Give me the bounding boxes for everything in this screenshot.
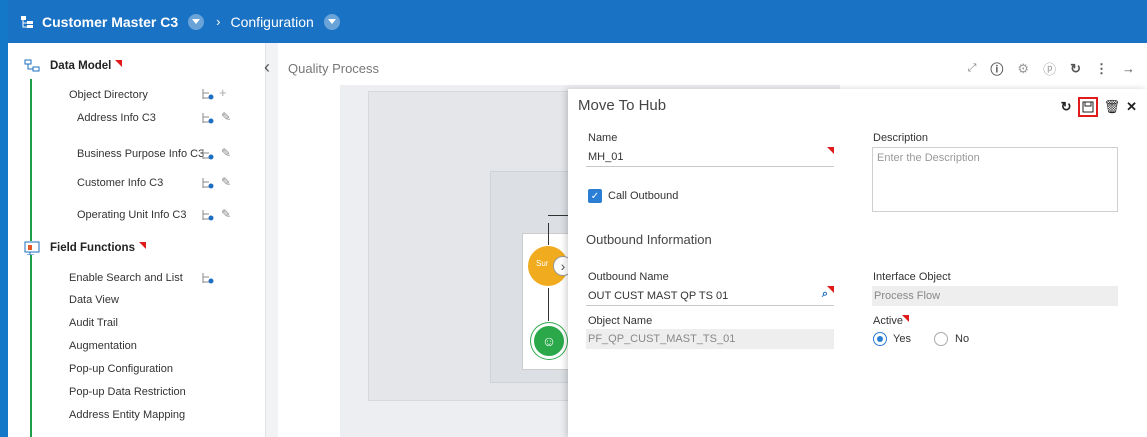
sidebar-item-operating-unit-info[interactable]: Operating Unit Info C3: [77, 209, 186, 221]
canvas-title: Quality Process: [288, 61, 380, 76]
hierarchy-icon[interactable]: [201, 209, 214, 221]
active-no-radio[interactable]: [934, 332, 948, 346]
connector-line: [548, 215, 568, 216]
outbound-name-field[interactable]: OUT CUST MAST QP TS 01 ⌕: [586, 286, 834, 306]
app-dropdown-button[interactable]: [188, 13, 205, 30]
publish-icon[interactable]: ⓟ: [1043, 59, 1056, 78]
expand-icon[interactable]: ⤢: [968, 62, 977, 75]
edit-icon[interactable]: ✎: [221, 146, 231, 160]
name-field[interactable]: MH_01: [586, 147, 834, 167]
collapse-sidebar-button[interactable]: ‹: [264, 57, 270, 78]
sidebar-item-object-directory[interactable]: Object Directory: [69, 89, 148, 101]
outbound-name-label: Outbound Name: [588, 271, 669, 283]
sidebar-item-customer-info[interactable]: Customer Info C3: [77, 177, 163, 189]
panel-actions: ↻ 🗑 ✕: [1061, 97, 1137, 117]
add-icon[interactable]: +: [219, 85, 227, 100]
breadcrumb-configuration[interactable]: Configuration: [231, 14, 314, 30]
hierarchy-icon[interactable]: [201, 88, 214, 100]
interface-object-label: Interface Object: [873, 271, 951, 283]
active-yes-label: Yes: [893, 333, 911, 345]
settings-icon[interactable]: ⚙: [1017, 61, 1029, 77]
required-marker: [827, 286, 834, 293]
breadcrumb-separator: ›: [216, 14, 221, 29]
sidebar-item-address-entity-mapping[interactable]: Address Entity Mapping: [69, 409, 185, 421]
refresh-icon[interactable]: ↻: [1061, 99, 1072, 115]
object-name-field: PF_QP_CUST_MAST_TS_01: [586, 329, 834, 349]
main-area: Data Model Object Directory + Address In…: [8, 43, 1147, 437]
hierarchy-icon[interactable]: [201, 272, 214, 284]
name-value: MH_01: [588, 151, 624, 163]
info-icon[interactable]: ⓘ: [990, 59, 1003, 78]
active-no-label: No: [955, 333, 970, 345]
required-marker: [115, 59, 123, 67]
save-icon: [1082, 101, 1094, 113]
call-outbound-label: Call Outbound: [608, 190, 679, 202]
call-outbound-checkbox[interactable]: ✓: [588, 189, 602, 203]
sidebar-item-data-view[interactable]: Data View: [69, 294, 119, 306]
tree-line: [30, 79, 32, 437]
active-yes-radio[interactable]: [873, 332, 887, 346]
field-functions-icon: [24, 241, 40, 255]
canvas-toolbar: ⤢ ⓘ ⚙ ⓟ ↻ ⋮ →: [968, 59, 1135, 78]
field-functions-label: Field Functions: [50, 242, 135, 254]
refresh-icon[interactable]: ↻: [1070, 61, 1081, 77]
sidebar-item-address-info[interactable]: Address Info C3: [77, 112, 156, 124]
close-icon[interactable]: ✕: [1126, 99, 1137, 115]
edit-icon[interactable]: ✎: [221, 175, 231, 189]
sidebar-item-popup-configuration[interactable]: Pop-up Configuration: [69, 363, 173, 375]
approval-node-icon[interactable]: ☺: [531, 323, 567, 359]
node-label: Sur: [536, 259, 549, 268]
required-marker: [138, 241, 146, 249]
edit-icon[interactable]: ✎: [221, 110, 231, 124]
connector-line: [548, 223, 549, 245]
sidebar-item-enable-search-and-list[interactable]: Enable Search and List: [69, 272, 183, 284]
app-title: Customer Master C3: [42, 13, 179, 30]
panel-title: Move To Hub: [578, 97, 667, 114]
outbound-section-heading: Outbound Information: [586, 232, 712, 247]
sidebar-item-audit-trail[interactable]: Audit Trail: [69, 317, 118, 329]
data-model-icon: [24, 59, 40, 73]
sidebar: Data Model Object Directory + Address In…: [8, 43, 266, 437]
configuration-dropdown-button[interactable]: [323, 13, 340, 30]
edit-icon[interactable]: ✎: [221, 207, 231, 221]
object-name-label: Object Name: [588, 315, 653, 327]
sidebar-item-popup-data-restriction[interactable]: Pop-up Data Restriction: [69, 386, 186, 398]
description-label: Description: [873, 132, 929, 144]
move-to-hub-panel: Move To Hub ↻ 🗑 ✕ Name MH_01 Description…: [568, 89, 1147, 437]
save-button[interactable]: [1077, 97, 1098, 117]
active-label: Active: [873, 315, 903, 327]
more-icon[interactable]: ⋮: [1095, 61, 1108, 77]
hierarchy-icon[interactable]: [201, 177, 214, 189]
arrow-right-icon[interactable]: →: [1122, 61, 1135, 76]
app-icon: [21, 15, 33, 28]
section-field-functions[interactable]: Field Functions: [24, 241, 146, 255]
app-header: Customer Master C3 › Configuration: [8, 0, 1147, 43]
description-textarea[interactable]: Enter the Description: [872, 147, 1118, 212]
sidebar-item-business-purpose-info[interactable]: Business Purpose Info C3: [77, 148, 204, 160]
interface-object-field: Process Flow: [872, 286, 1118, 306]
required-marker: [902, 315, 909, 322]
required-marker: [827, 147, 834, 154]
section-data-model[interactable]: Data Model: [24, 59, 123, 73]
outbound-name-value: OUT CUST MAST QP TS 01: [588, 290, 729, 302]
hierarchy-icon[interactable]: [201, 148, 214, 160]
data-model-label: Data Model: [50, 60, 112, 72]
connector-line: [548, 288, 549, 321]
sidebar-item-augmentation[interactable]: Augmentation: [69, 340, 137, 352]
delete-icon[interactable]: 🗑: [1104, 99, 1121, 115]
hierarchy-icon[interactable]: [201, 112, 214, 124]
name-label: Name: [588, 132, 618, 144]
